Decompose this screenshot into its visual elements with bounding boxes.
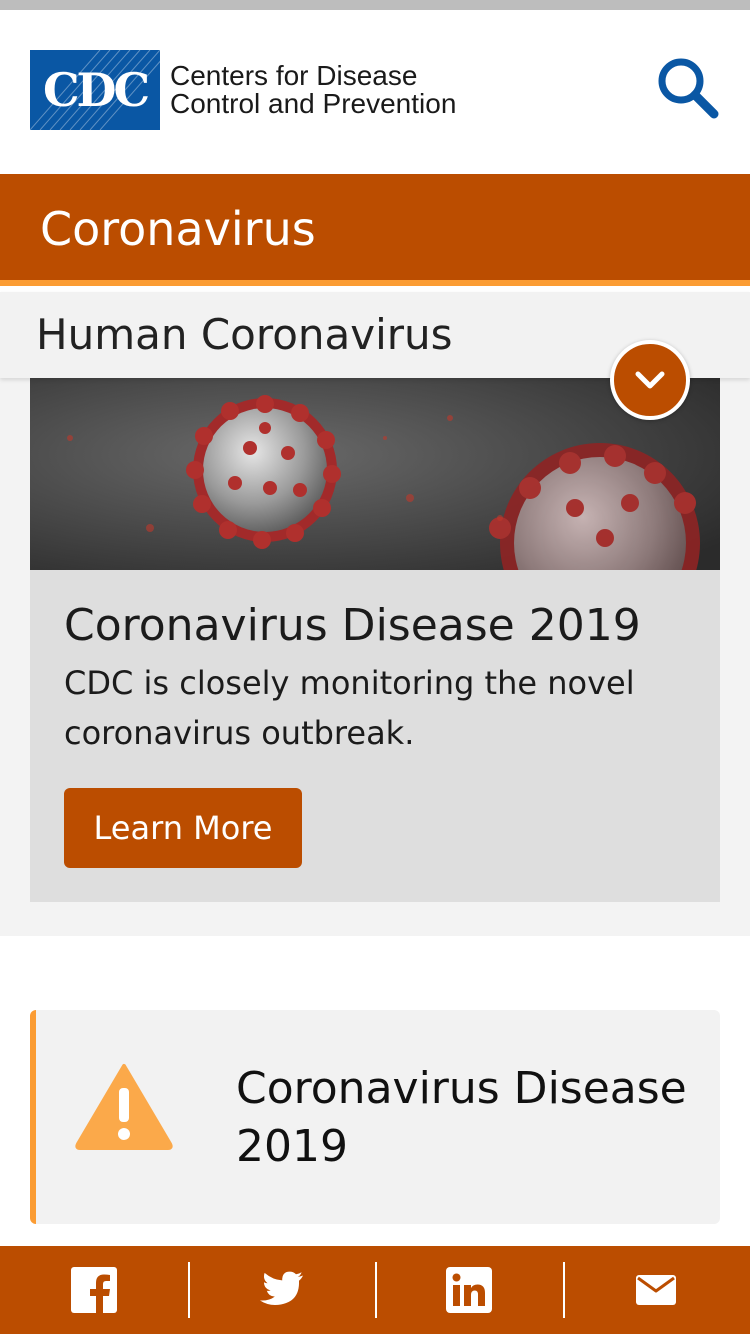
- search-icon: [658, 58, 719, 119]
- social-share-bar: [0, 1246, 750, 1334]
- alert-callout[interactable]: Coronavirus Disease 2019: [30, 1010, 720, 1224]
- share-facebook-button[interactable]: [0, 1246, 188, 1334]
- learn-more-button[interactable]: Learn More: [64, 788, 302, 868]
- feature-title[interactable]: Coronavirus Disease 2019: [64, 600, 641, 651]
- site-header: CDC Centers for Disease Control and Prev…: [0, 10, 750, 174]
- cdc-logo-wordmark: Centers for Disease Control and Preventi…: [170, 62, 456, 118]
- twitter-icon: [260, 1271, 304, 1305]
- share-email-button[interactable]: [562, 1246, 750, 1334]
- warning-icon: [75, 1064, 173, 1150]
- subnav-toggle-button[interactable]: [610, 340, 690, 420]
- cdc-logo-letters: CDC: [42, 63, 150, 117]
- chevron-down-icon: [635, 371, 665, 389]
- subnav-title: Human Coronavirus: [36, 310, 453, 359]
- search-button[interactable]: [656, 56, 722, 122]
- status-strip: [0, 0, 750, 10]
- cdc-logo-mark: CDC: [30, 50, 160, 130]
- alert-text: Coronavirus Disease 2019: [236, 1063, 687, 1172]
- share-twitter-button[interactable]: [187, 1246, 376, 1334]
- linkedin-icon: [445, 1267, 492, 1313]
- coronavirus-illustration: [30, 378, 720, 570]
- cdc-logo[interactable]: CDC Centers for Disease Control and Prev…: [30, 50, 490, 130]
- feature-section: Coronavirus Disease 2019 CDC is closely …: [0, 378, 750, 936]
- section-title[interactable]: Coronavirus: [40, 202, 316, 256]
- section-title-bar: Coronavirus: [0, 174, 750, 286]
- feature-card: Coronavirus Disease 2019 CDC is closely …: [30, 570, 720, 902]
- feature-description: CDC is closely monitoring the novel coro…: [64, 664, 635, 752]
- email-icon: [636, 1275, 677, 1305]
- logo-line-2: Control and Prevention: [170, 88, 457, 119]
- share-linkedin-button[interactable]: [375, 1246, 563, 1334]
- logo-line-1: Centers for Disease: [170, 60, 418, 91]
- facebook-icon: [70, 1267, 117, 1314]
